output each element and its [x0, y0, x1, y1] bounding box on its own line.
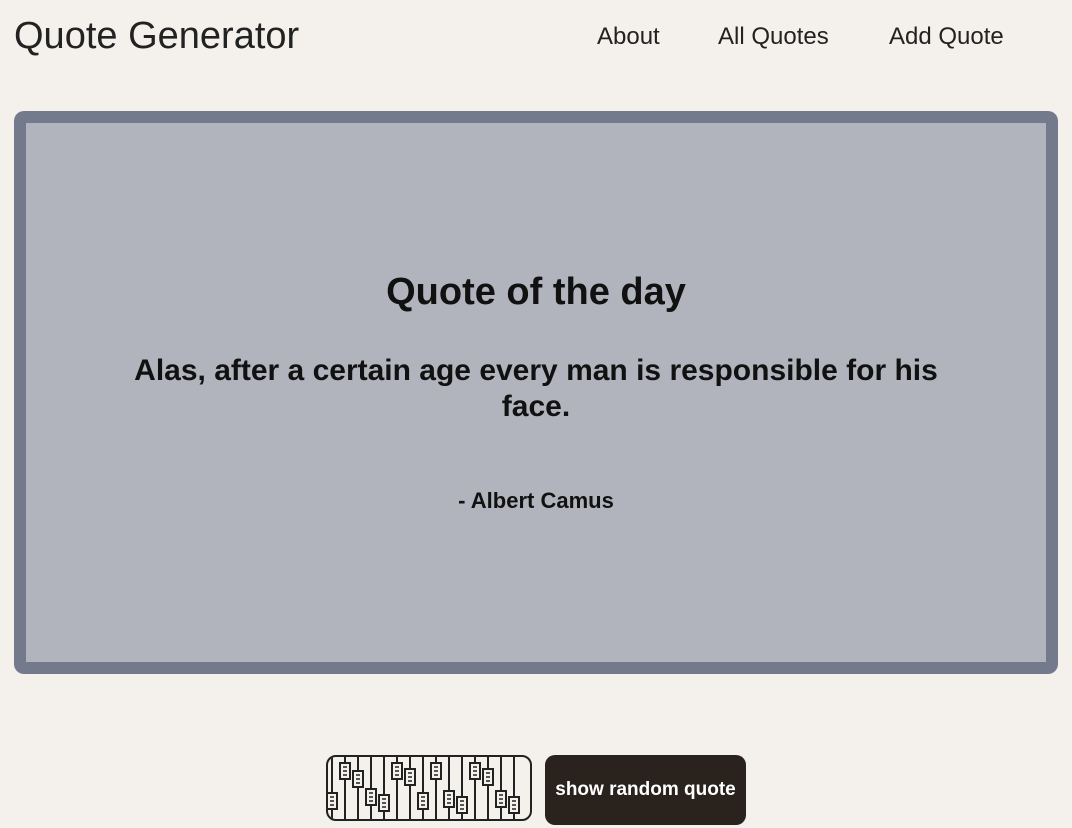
quote-text: Alas, after a certain age every man is r… [134, 354, 938, 423]
nav-link-add-quote[interactable]: Add Quote [889, 22, 1004, 52]
main-nav: About All Quotes Add Quote [0, 22, 1072, 52]
nav-link-all-quotes[interactable]: All Quotes [718, 22, 829, 52]
site-header: Quote Generator About All Quotes Add Quo… [0, 0, 1072, 72]
sliders-icon-graphic [328, 757, 520, 819]
quote-heading: Quote of the day [386, 271, 686, 313]
sliders-icon[interactable] [326, 755, 532, 821]
show-random-quote-button[interactable]: show random quote [545, 755, 746, 825]
quote-card: Quote of the day Alas, after a certain a… [14, 111, 1058, 674]
nav-link-about[interactable]: About [597, 22, 660, 52]
quote-author: - Albert Camus [458, 488, 614, 513]
